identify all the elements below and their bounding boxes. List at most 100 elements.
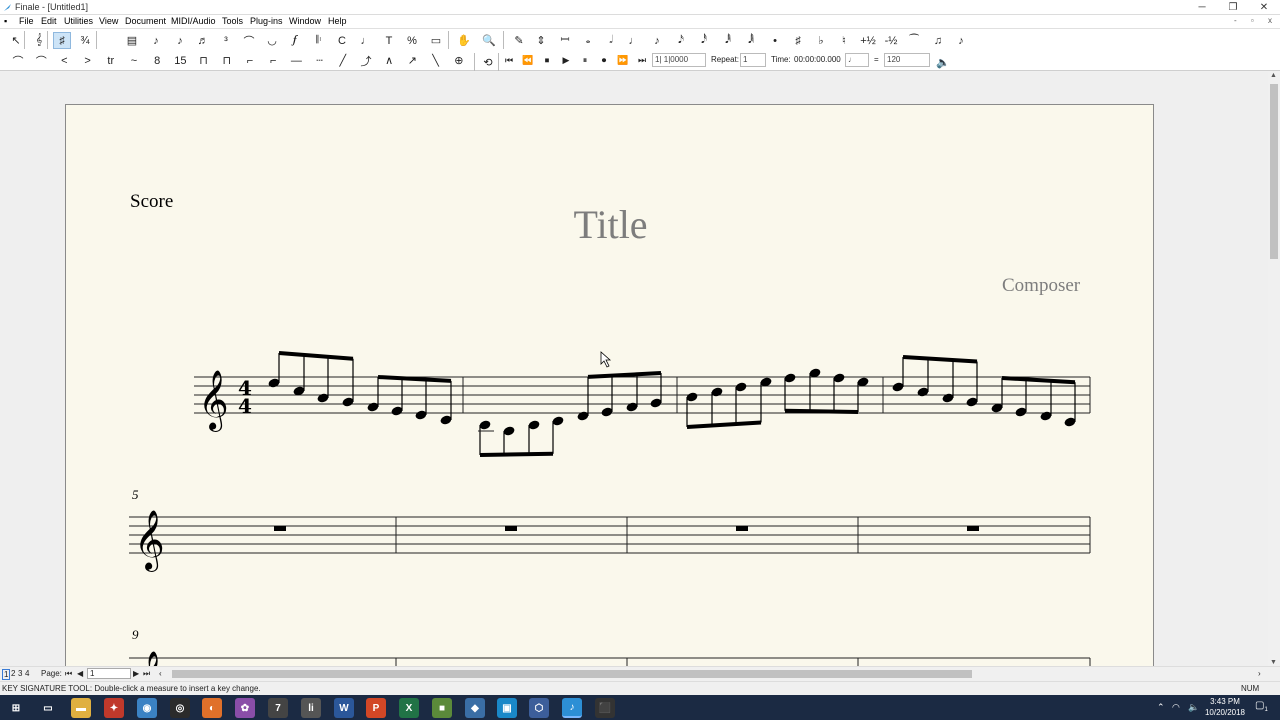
tie-icon[interactable]: ⁀ <box>905 32 923 49</box>
app-red-icon[interactable]: ✦ <box>104 698 124 718</box>
page-layout-tool-icon[interactable]: ▭ <box>427 32 445 49</box>
target-icon[interactable]: ⊕ <box>450 52 468 69</box>
scroll-up-arrow-icon[interactable]: ▲ <box>1270 72 1277 79</box>
menu-plugins[interactable]: Plug-ins <box>250 16 283 26</box>
selection-tool-icon[interactable]: ↖ <box>7 32 25 49</box>
custom-line-icon[interactable]: ╲ <box>427 52 445 69</box>
trill-icon[interactable]: tr <box>102 52 120 69</box>
eraser-icon[interactable]: ✎ <box>510 32 528 49</box>
sharp-icon[interactable]: ♯ <box>789 32 807 49</box>
play-icon[interactable]: ▶ <box>557 52 575 69</box>
restore-button[interactable]: ❐ <box>1217 0 1249 15</box>
taskbar-clock[interactable]: 3:43 PM 10/20/2018 <box>1196 696 1254 718</box>
excel-icon[interactable]: X <box>399 698 419 718</box>
menu-file[interactable]: File <box>19 16 34 26</box>
document-window-controls[interactable]: - ▫ x <box>1234 16 1278 25</box>
vertical-scrollbar[interactable]: ▲ ▼ <box>1268 72 1280 666</box>
measure-counter[interactable]: 1| 1|0000 <box>652 53 706 67</box>
trill-extension-icon[interactable]: ~ <box>125 52 143 69</box>
line-icon[interactable]: — <box>287 52 305 69</box>
flat-icon[interactable]: ♭ <box>812 32 830 49</box>
slur-icon[interactable]: ⌒ <box>9 52 27 69</box>
whole-note-icon[interactable]: 𝅝 <box>579 32 597 49</box>
line-bracket-icon[interactable]: ⌐ <box>241 52 259 69</box>
articulation-tool-icon[interactable]: ◡ <box>263 32 281 49</box>
word-icon[interactable]: W <box>334 698 354 718</box>
rest-palette-icon[interactable]: 𝄩 <box>556 32 574 49</box>
staff-tool-icon[interactable]: 𝄞 <box>30 32 48 49</box>
first-page-icon[interactable]: ⏮ <box>65 669 72 679</box>
last-page-icon[interactable]: ⏭ <box>143 669 150 679</box>
dashed-line-icon[interactable]: ┄ <box>311 52 329 69</box>
record-icon[interactable]: ⏺ <box>595 52 613 69</box>
simple-entry-icon[interactable]: ♪ <box>147 32 165 49</box>
menu-edit[interactable]: Edit <box>41 16 57 26</box>
scroll-left-arrow-icon[interactable]: ‹ <box>159 669 162 678</box>
page-tab-4[interactable]: 4 <box>25 669 29 678</box>
task-view-icon[interactable]: ▭ <box>38 698 58 718</box>
music-notation[interactable]: 𝄞44𝄞𝄞 <box>66 105 1155 666</box>
lower-step-icon[interactable]: -½ <box>882 32 900 49</box>
tuplet-entry-icon[interactable]: ♫ <box>929 32 947 49</box>
bracket-icon[interactable]: ⊓ <box>195 52 213 69</box>
repeat-select[interactable]: 1 <box>740 53 766 67</box>
tuplet-tool-icon[interactable]: ³ <box>217 32 235 49</box>
app-colorful-icon[interactable]: ✿ <box>235 698 255 718</box>
quarter-note-icon[interactable]: ♩ <box>625 32 643 49</box>
prev-page-icon[interactable]: ◀ <box>77 669 83 678</box>
chrome-icon[interactable]: ◉ <box>137 698 157 718</box>
page-tab-1[interactable]: 1 <box>2 669 11 680</box>
zoom-tool-icon[interactable]: 🔍 <box>480 32 498 49</box>
horizontal-scroll-thumb[interactable] <box>172 670 972 678</box>
dot-icon[interactable]: • <box>766 32 784 49</box>
next-page-icon[interactable]: ▶ <box>133 669 139 678</box>
menu-window[interactable]: Window <box>289 16 321 26</box>
app-blue-icon[interactable]: ▣ <box>497 698 517 718</box>
bend-hat-icon[interactable]: ∧ <box>380 52 398 69</box>
dashed-bracket-icon[interactable]: ⊓ <box>218 52 236 69</box>
tempo-input[interactable]: 120 <box>884 53 930 67</box>
score-page[interactable]: Score Title Composer 5 9 𝄞44𝄞𝄞 <box>65 104 1154 666</box>
crescendo-icon[interactable]: < <box>55 52 73 69</box>
time-signature-tool-icon[interactable]: ¾ <box>76 32 94 49</box>
quindicesima-icon[interactable]: 15 <box>171 52 189 69</box>
decrescendo-icon[interactable]: > <box>79 52 97 69</box>
half-step-icon[interactable]: ⇕ <box>532 32 550 49</box>
menu-tools[interactable]: Tools <box>222 16 243 26</box>
fast-forward-icon[interactable]: ⏩ <box>614 52 632 69</box>
app-seven-icon[interactable]: 7 <box>268 698 288 718</box>
document-menu-icon[interactable]: ▪ <box>4 16 7 26</box>
scroll-down-arrow-icon[interactable]: ▼ <box>1270 659 1277 666</box>
page-tab-2[interactable]: 2 <box>11 669 15 678</box>
menu-help[interactable]: Help <box>328 16 347 26</box>
scroll-right-arrow-icon[interactable]: › <box>1258 669 1261 678</box>
sixtyfourth-note-icon[interactable]: 𝅘𝅥𝅱 <box>719 32 737 49</box>
text-tool-icon[interactable]: T <box>380 32 398 49</box>
network-icon[interactable]: ◠ <box>1172 702 1180 713</box>
steam-icon[interactable]: ◎ <box>170 698 190 718</box>
ottava-icon[interactable]: 8 <box>148 52 166 69</box>
page-tab-3[interactable]: 3 <box>18 669 22 678</box>
guitar-bend-icon[interactable]: ↗ <box>403 52 421 69</box>
natural-icon[interactable]: ♮ <box>835 32 853 49</box>
stop-icon[interactable]: ⏹ <box>538 52 556 69</box>
action-center-icon[interactable]: ▢1 <box>1255 700 1268 713</box>
expression-tool-icon[interactable]: 𝆑 <box>286 32 304 49</box>
close-button[interactable]: ✕ <box>1248 0 1280 15</box>
loop-icon[interactable]: ⟲ <box>479 54 497 71</box>
diagonal-line-icon[interactable]: ╱ <box>334 52 352 69</box>
app-diamond-icon[interactable]: ◆ <box>465 698 485 718</box>
menu-utilities[interactable]: Utilities <box>64 16 93 26</box>
menu-document[interactable]: Document <box>125 16 166 26</box>
powerpoint-icon[interactable]: P <box>366 698 386 718</box>
one-twenty-eighth-note-icon[interactable]: 𝅘𝅥𝅲 <box>742 32 760 49</box>
menu-view[interactable]: View <box>99 16 118 26</box>
speaker-icon[interactable]: 🔈 <box>934 54 952 71</box>
tray-chevron-icon[interactable]: ⌃ <box>1157 702 1165 713</box>
app-dark-icon[interactable]: ⬛ <box>595 698 615 718</box>
tempo-unit-select[interactable]: ♩ <box>845 53 869 67</box>
line-bracket2-icon[interactable]: ⌐ <box>264 52 282 69</box>
raise-step-icon[interactable]: +½ <box>859 32 877 49</box>
smart-shape-tool-icon[interactable]: ⌒ <box>240 32 258 49</box>
firefox-icon[interactable]: ◐ <box>202 698 222 718</box>
